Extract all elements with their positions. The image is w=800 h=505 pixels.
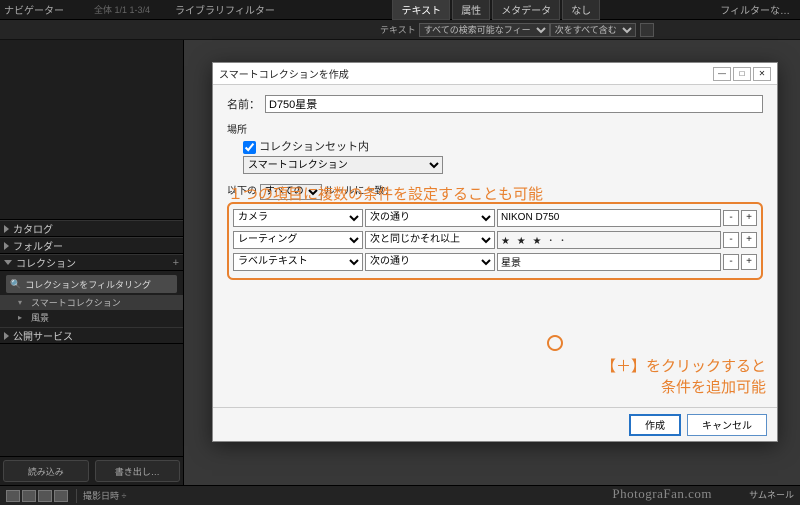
- rule-row: カメラ 次の通り - +: [233, 208, 757, 228]
- collection-body: 🔍コレクションをフィルタリング ▾スマートコレクション ▸風景: [0, 271, 183, 327]
- filter-rule-select[interactable]: 次をすべて含む: [550, 23, 636, 37]
- tab-attribute[interactable]: 属性: [452, 0, 490, 20]
- add-rule-button[interactable]: +: [741, 232, 757, 248]
- rule-row: レーティング 次と同じかそれ以上 ★ ★ ★ ･ ･ - +: [233, 230, 757, 250]
- chevron-right-icon: [4, 242, 9, 250]
- chevron-right-icon: [4, 332, 9, 340]
- rule-op-select[interactable]: 次の通り: [365, 209, 495, 227]
- annotation-plus-highlight: [547, 335, 563, 351]
- minimize-button[interactable]: —: [713, 67, 731, 81]
- rule-value-input[interactable]: [497, 253, 721, 271]
- filter-text-label: テキスト: [380, 23, 416, 36]
- annotation-multi-condition: １つの項目に複数の条件を設定することも可能: [228, 183, 543, 204]
- remove-rule-button[interactable]: -: [723, 232, 739, 248]
- rule-rating[interactable]: ★ ★ ★ ･ ･: [497, 231, 721, 249]
- tree-item[interactable]: ▸風景: [0, 310, 183, 325]
- remove-rule-button[interactable]: -: [723, 254, 739, 270]
- rule-row: ラベルテキスト 次の通り - +: [233, 252, 757, 272]
- sort-label[interactable]: 撮影日時 ÷: [83, 489, 126, 502]
- add-rule-button[interactable]: +: [741, 254, 757, 270]
- navigator-panel: [0, 40, 183, 220]
- location-label: 場所: [227, 121, 763, 136]
- filter-preset[interactable]: フィルターな…: [720, 2, 790, 17]
- cancel-button[interactable]: キャンセル: [687, 414, 767, 436]
- chevron-down-icon: [4, 260, 12, 265]
- rule-value-input[interactable]: [497, 209, 721, 227]
- name-input[interactable]: [265, 95, 763, 113]
- rule-op-select[interactable]: 次の通り: [365, 253, 495, 271]
- lock-icon[interactable]: [640, 23, 654, 37]
- add-rule-button[interactable]: +: [741, 210, 757, 226]
- tab-none[interactable]: なし: [562, 0, 600, 20]
- top-bar: ナビゲーター 全体 1/1 1-3/4 ライブラリフィルター テキスト 属性 メ…: [0, 0, 800, 20]
- loupe-view-icon[interactable]: [22, 490, 36, 502]
- filter-tabs: テキスト 属性 メタデータ なし: [392, 0, 600, 20]
- rule-field-select[interactable]: ラベルテキスト: [233, 253, 363, 271]
- tree-smart-collection[interactable]: ▾スマートコレクション: [0, 295, 183, 310]
- panel-collection[interactable]: コレクション+: [0, 254, 183, 271]
- rule-field-select[interactable]: レーティング: [233, 231, 363, 249]
- remove-rule-button[interactable]: -: [723, 210, 739, 226]
- maximize-button[interactable]: □: [733, 67, 751, 81]
- panel-publish[interactable]: 公開サービス: [0, 327, 183, 344]
- dialog-titlebar: スマートコレクションを作成 — □ ✕: [213, 63, 777, 85]
- dialog-footer: 作成 キャンセル: [213, 407, 777, 441]
- inside-select[interactable]: スマートコレクション: [243, 156, 443, 174]
- add-collection-icon[interactable]: +: [173, 257, 179, 269]
- tab-metadata[interactable]: メタデータ: [492, 0, 560, 20]
- rule-op-select[interactable]: 次と同じかそれ以上: [365, 231, 495, 249]
- survey-view-icon[interactable]: [54, 490, 68, 502]
- create-button[interactable]: 作成: [629, 414, 681, 436]
- thumbnail-panel-label[interactable]: サムネール: [749, 488, 794, 501]
- inside-checkbox-label[interactable]: コレクションセット内: [243, 141, 369, 153]
- dialog-title: スマートコレクションを作成: [219, 66, 349, 81]
- watermark: PhotograFan.com: [612, 486, 712, 502]
- inside-checkbox[interactable]: [243, 141, 256, 154]
- left-sidebar: カタログ フォルダー コレクション+ 🔍コレクションをフィルタリング ▾スマート…: [0, 40, 184, 485]
- panel-catalog[interactable]: カタログ: [0, 220, 183, 237]
- annotation-add-condition: 【＋】をクリックすると条件を追加可能: [601, 356, 766, 398]
- rules-container: カメラ 次の通り - + レーティング 次と同じかそれ以上 ★ ★ ★ ･ ･ …: [227, 202, 763, 280]
- grid-view-icon[interactable]: [6, 490, 20, 502]
- import-button[interactable]: 読み込み: [3, 460, 89, 482]
- counter: 全体 1/1 1-3/4: [94, 3, 150, 16]
- filter-bar: テキスト すべての検索可能なフィー 次をすべて含む: [0, 20, 800, 40]
- close-button[interactable]: ✕: [753, 67, 771, 81]
- tab-text[interactable]: テキスト: [392, 0, 450, 20]
- collection-filter[interactable]: 🔍コレクションをフィルタリング: [6, 275, 177, 293]
- filter-field-select[interactable]: すべての検索可能なフィー: [419, 23, 550, 37]
- rule-field-select[interactable]: カメラ: [233, 209, 363, 227]
- library-filter-label: ライブラリフィルター: [175, 2, 275, 17]
- chevron-right-icon: [4, 225, 9, 233]
- navigator-label: ナビゲーター: [4, 2, 64, 17]
- export-button[interactable]: 書き出し…: [95, 460, 181, 482]
- name-label: 名前：: [227, 96, 265, 112]
- panel-folder[interactable]: フォルダー: [0, 237, 183, 254]
- compare-view-icon[interactable]: [38, 490, 52, 502]
